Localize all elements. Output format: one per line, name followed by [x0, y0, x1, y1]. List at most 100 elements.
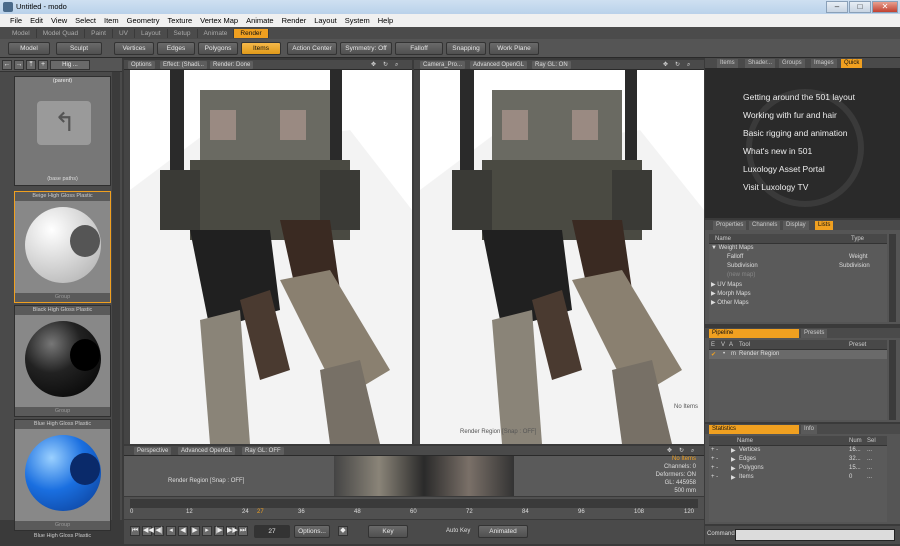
- zoom-icon[interactable]: ⌕: [688, 447, 697, 455]
- ray-gl-toggle[interactable]: Ray GL: ON: [532, 61, 571, 69]
- expand-icon[interactable]: ▶: [731, 474, 736, 481]
- expand-icon[interactable]: ▶: [711, 300, 716, 306]
- quick-link[interactable]: Basic rigging and animation: [743, 128, 847, 138]
- items-button[interactable]: Items: [241, 42, 281, 55]
- add-icon[interactable]: +: [38, 60, 48, 70]
- add-icon[interactable]: + -: [711, 474, 718, 480]
- tab-setup[interactable]: Setup: [168, 28, 198, 38]
- menu-animate[interactable]: Animate: [242, 14, 278, 27]
- list-item[interactable]: ▶ Other Maps: [711, 299, 749, 306]
- add-icon[interactable]: + -: [711, 465, 718, 471]
- tab-items[interactable]: Items: [717, 59, 738, 68]
- add-icon[interactable]: + -: [711, 447, 718, 453]
- check-icon[interactable]: ✔: [711, 351, 716, 358]
- filter-dropdown[interactable]: Hig ...: [50, 60, 90, 70]
- move-icon[interactable]: ✥: [368, 61, 379, 69]
- go-end-icon[interactable]: ⏭: [238, 526, 248, 536]
- tab-properties[interactable]: Properties: [713, 221, 747, 230]
- tab-shader[interactable]: Shader...: [745, 59, 776, 68]
- next-key-icon[interactable]: ▶▶: [226, 526, 238, 536]
- menu-help[interactable]: Help: [374, 14, 397, 27]
- step-back-icon[interactable]: ◀|: [154, 526, 164, 536]
- rotate-icon[interactable]: ↻: [676, 447, 687, 455]
- snapping-button[interactable]: Snapping: [446, 42, 486, 55]
- preset-scrollbar[interactable]: [112, 72, 120, 520]
- prev-key-icon[interactable]: ◀◀: [142, 526, 154, 536]
- move-icon[interactable]: ✥: [660, 61, 671, 69]
- list-item[interactable]: ▶ Morph Maps: [711, 290, 751, 297]
- key-button[interactable]: Key: [368, 525, 408, 538]
- play-reverse-icon[interactable]: ◀: [178, 526, 188, 536]
- tab-layout[interactable]: Layout: [135, 28, 168, 38]
- tab-animate[interactable]: Animate: [198, 28, 235, 38]
- pipeline-row[interactable]: ✔ • m Render Region: [709, 350, 887, 359]
- next-frame-icon[interactable]: ▸: [202, 526, 212, 536]
- polygons-button[interactable]: Polygons: [198, 42, 238, 55]
- tab-paint[interactable]: Paint: [85, 28, 113, 38]
- quick-link[interactable]: What's new in 501: [743, 146, 812, 156]
- tab-model-quad[interactable]: Model Quad: [37, 28, 86, 38]
- zoom-icon[interactable]: ⌕: [684, 61, 693, 69]
- list-item[interactable]: ▼ Weight Maps: [711, 245, 754, 251]
- perspective-dropdown[interactable]: Perspective: [134, 447, 172, 455]
- menu-file[interactable]: File: [6, 14, 26, 27]
- sculpt-button[interactable]: Sculpt: [56, 42, 102, 55]
- effect-dropdown[interactable]: Effect: (Shadi...: [160, 61, 207, 69]
- prev-frame-icon[interactable]: ◂: [166, 526, 176, 536]
- vertices-button[interactable]: Vertices: [114, 42, 154, 55]
- preset-blue[interactable]: Blue High Gloss Plastic Group: [14, 419, 111, 531]
- tab-groups[interactable]: Groups: [779, 59, 805, 68]
- menu-select[interactable]: Select: [71, 14, 100, 27]
- tab-render[interactable]: Render: [234, 28, 269, 38]
- render-view[interactable]: [130, 70, 412, 444]
- play-icon[interactable]: ▶: [190, 526, 200, 536]
- options-button[interactable]: Options...: [294, 525, 330, 538]
- parent-folder[interactable]: (parent) ↰ (base paths): [14, 76, 111, 186]
- tab-quick[interactable]: Quick: [841, 59, 863, 68]
- pipeline-scrollbar[interactable]: [889, 340, 896, 420]
- tab-presets[interactable]: Presets: [801, 329, 828, 338]
- back-icon[interactable]: ←: [2, 60, 12, 70]
- symmetry-dropdown[interactable]: Symmetry: Off: [340, 42, 392, 55]
- expand-icon[interactable]: ▼: [711, 245, 717, 251]
- active-icon[interactable]: m: [731, 351, 736, 357]
- tab-pipeline[interactable]: Pipeline: [709, 329, 799, 338]
- tab-statistics[interactable]: Statistics: [709, 425, 799, 434]
- rotate-icon[interactable]: ↻: [672, 61, 683, 69]
- ray-gl-toggle[interactable]: Ray GL: OFF: [242, 447, 284, 455]
- key-icon[interactable]: ◆: [338, 526, 348, 536]
- preset-black[interactable]: Black High Gloss Plastic Group: [14, 305, 111, 417]
- menu-edit[interactable]: Edit: [26, 14, 47, 27]
- falloff-dropdown[interactable]: Falloff: [395, 42, 443, 55]
- minimize-button[interactable]: –: [826, 1, 848, 13]
- tab-info[interactable]: Info: [801, 425, 818, 434]
- action-center-dropdown[interactable]: Action Center: [287, 42, 337, 55]
- menu-view[interactable]: View: [47, 14, 71, 27]
- go-start-icon[interactable]: ⏮: [130, 526, 140, 536]
- auto-key-label[interactable]: Auto Key: [446, 528, 470, 534]
- maximize-button[interactable]: □: [849, 1, 871, 13]
- up-folder-icon[interactable]: ⤒: [26, 60, 36, 70]
- rotate-icon[interactable]: ↻: [380, 61, 391, 69]
- gl-mode-dropdown[interactable]: Advanced OpenGL: [178, 447, 236, 455]
- menu-layout[interactable]: Layout: [310, 14, 341, 27]
- quick-link[interactable]: Visit Luxology TV: [743, 182, 808, 192]
- quick-link[interactable]: Luxology Asset Portal: [743, 164, 825, 174]
- timeline-scrubber[interactable]: [130, 499, 698, 508]
- frame-field[interactable]: 27: [254, 525, 290, 538]
- expand-icon[interactable]: ▶: [731, 447, 736, 454]
- list-scrollbar[interactable]: [889, 234, 896, 322]
- tab-images[interactable]: Images: [811, 59, 837, 68]
- work-plane-dropdown[interactable]: Work Plane: [489, 42, 539, 55]
- menu-vertex-map[interactable]: Vertex Map: [196, 14, 242, 27]
- tab-model[interactable]: Model: [6, 28, 37, 38]
- gl-mode-dropdown[interactable]: Advanced OpenGL: [470, 61, 528, 69]
- forward-icon[interactable]: →: [14, 60, 24, 70]
- tab-uv[interactable]: UV: [113, 28, 135, 38]
- menu-system[interactable]: System: [341, 14, 374, 27]
- quick-link[interactable]: Getting around the 501 layout: [743, 92, 855, 102]
- list-item[interactable]: Subdivision: [727, 263, 758, 269]
- model-button[interactable]: Model: [8, 42, 50, 55]
- camera-dropdown[interactable]: Camera_Pro...: [420, 61, 466, 69]
- step-forward-icon[interactable]: |▶: [214, 526, 224, 536]
